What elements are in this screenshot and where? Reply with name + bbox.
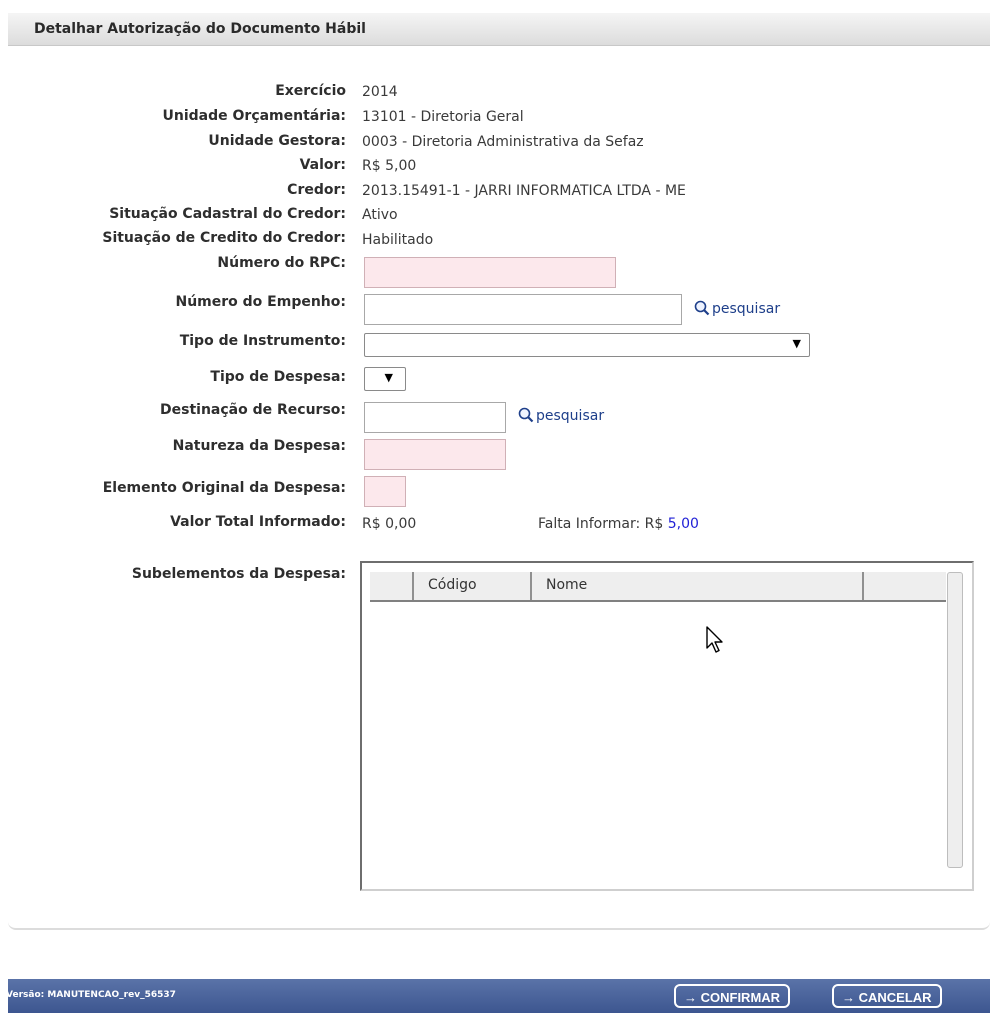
falta-informar-value: 5,00 (667, 516, 699, 532)
magnifier-icon (694, 300, 710, 320)
valor-label: Valor: (299, 157, 346, 173)
unidade-gestora-value: 0003 - Diretoria Administrativa da Sefaz (362, 134, 644, 150)
valor-total-label: Valor Total Informado: (170, 514, 346, 530)
destinacao-input[interactable] (364, 402, 506, 433)
confirm-button[interactable]: → CONFIRMAR (674, 984, 791, 1008)
grid-header-codigo[interactable]: Código (416, 572, 532, 600)
grid-header-select[interactable] (370, 572, 414, 600)
valor-value: R$ 5,00 (362, 158, 417, 174)
exercicio-value: 2014 (362, 84, 398, 100)
mouse-pointer-icon (706, 626, 726, 660)
situacao-credito-label: Situação de Credito do Credor: (102, 230, 346, 246)
subelementos-grid[interactable]: Código Nome (360, 561, 974, 891)
despesa-label: Tipo de Despesa: (210, 369, 346, 385)
destinacao-search-link[interactable]: pesquisar (518, 407, 604, 427)
section-divider (8, 922, 990, 930)
unidade-gestora-label: Unidade Gestora: (208, 133, 346, 149)
situacao-credito-value: Habilitado (362, 232, 434, 248)
chevron-down-icon: ▼ (384, 371, 393, 384)
chevron-down-icon: ▼ (792, 337, 801, 350)
rpc-input[interactable] (364, 257, 616, 288)
subelementos-label: Subelementos da Despesa: (131, 566, 346, 582)
instrumento-label: Tipo de Instrumento: (179, 333, 346, 349)
tipo-despesa-select[interactable]: ▼ (364, 367, 406, 391)
grid-header: Código Nome (370, 572, 946, 602)
grid-header-extra[interactable] (866, 572, 946, 600)
situacao-cadastral-value: Ativo (362, 207, 398, 223)
credor-label: Credor: (287, 182, 346, 198)
rpc-label: Número do RPC: (217, 255, 346, 271)
empenho-label: Número do Empenho: (175, 294, 347, 310)
instrumento-select[interactable]: ▼ (364, 333, 810, 357)
page-title: Detalhar Autorização do Documento Hábil (34, 21, 366, 37)
natureza-input[interactable] (364, 439, 506, 470)
natureza-label: Natureza da Despesa: (172, 438, 346, 454)
elemento-label: Elemento Original da Despesa: (102, 480, 346, 496)
grid-header-nome[interactable]: Nome (534, 572, 864, 600)
exercicio-label: Exercício (275, 83, 346, 99)
grid-scrollbar[interactable] (947, 572, 963, 868)
unidade-orcamentaria-value: 13101 - Diretoria Geral (362, 109, 524, 125)
falta-informar: Falta Informar: R$ 5,00 (538, 516, 699, 532)
valor-total-value: R$ 0,00 (362, 516, 417, 532)
magnifier-icon (518, 407, 534, 427)
footer-bar: Versão: MANUTENCAO_rev_56537 → CONFIRMAR… (6, 979, 990, 1013)
unidade-orcamentaria-label: Unidade Orçamentária: (162, 108, 346, 124)
empenho-search-link[interactable]: pesquisar (694, 300, 780, 320)
elemento-input[interactable] (364, 476, 406, 507)
cancel-button[interactable]: → CANCELAR (832, 984, 942, 1008)
destinacao-label: Destinação de Recurso: (160, 402, 346, 418)
version-label: Versão: MANUTENCAO_rev_56537 (6, 990, 176, 1000)
credor-value: 2013.15491-1 - JARRI INFORMATICA LTDA - … (362, 183, 686, 199)
page-title-bar: Detalhar Autorização do Documento Hábil (8, 13, 990, 46)
empenho-input[interactable] (364, 294, 682, 325)
situacao-cadastral-label: Situação Cadastral do Credor: (109, 206, 346, 222)
falta-informar-label: Falta Informar: R$ (538, 516, 664, 532)
